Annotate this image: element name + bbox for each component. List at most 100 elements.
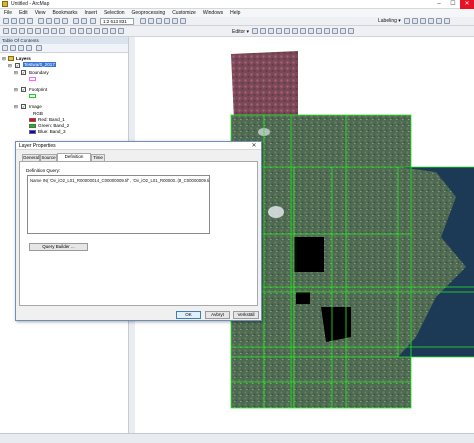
save-icon[interactable] [19,18,25,24]
split-icon[interactable] [316,28,322,34]
attributes-icon[interactable] [332,28,338,34]
menu-selection[interactable]: Selection [104,10,125,16]
find-icon[interactable] [102,28,108,34]
tab-general[interactable]: General [22,154,40,161]
new-document-icon[interactable] [3,18,9,24]
identify-icon[interactable] [94,28,100,34]
arctoolbox-icon[interactable] [172,18,178,24]
cut-icon[interactable] [38,18,44,24]
label-weight-icon[interactable] [428,18,434,24]
edit-vertices-icon[interactable] [292,28,298,34]
dialog-close-button[interactable]: ✕ [247,142,261,150]
create-features-icon[interactable] [348,28,354,34]
edit-tool-icon[interactable] [252,28,258,34]
green-band-swatch [29,124,36,128]
minimize-button[interactable]: – [432,0,446,9]
layers-root[interactable]: Layers [16,56,31,61]
endpoint-arc-icon[interactable] [276,28,282,34]
tab-source[interactable]: Source [40,154,57,161]
editor-toolbar-icon[interactable] [140,18,146,24]
trace-icon[interactable] [284,28,290,34]
footprint-checkbox[interactable]: ✓ [21,87,26,92]
menu-file[interactable]: File [4,10,12,16]
group-layer[interactable]: Testwa/0_2017 [23,62,56,67]
pan-icon[interactable] [19,28,25,34]
menu-windows[interactable]: Windows [203,10,223,16]
menu-view[interactable]: View [35,10,46,16]
tile-northeast [306,115,411,167]
image-checkbox[interactable]: ✓ [21,104,26,109]
menu-insert[interactable]: Insert [84,10,97,16]
toc-options-icon[interactable] [36,45,42,51]
view-unplaced-icon[interactable] [420,18,426,24]
collapse-icon[interactable]: ⊟ [2,56,6,62]
zoom-in-icon[interactable] [3,28,9,34]
editor-menu[interactable]: Editor ▾ [232,29,249,35]
footprint-collapse-icon[interactable]: ⊟ [14,87,18,93]
table-of-contents-icon[interactable] [148,18,154,24]
apply-button[interactable]: Verkställ [233,311,259,319]
sketch-properties-icon[interactable] [340,28,346,34]
open-folder-icon[interactable] [11,18,17,24]
footprint-layer[interactable]: Footprint [29,87,47,92]
zoom-out-icon[interactable] [11,28,17,34]
catalog-icon[interactable] [156,18,162,24]
cut-polygons-icon[interactable] [308,28,314,34]
select-elements-icon[interactable] [86,28,92,34]
map-scale-combo[interactable]: 1:2 613 831 [100,18,134,25]
copy-icon[interactable] [46,18,52,24]
redo-icon[interactable] [81,18,87,24]
hyperlink-icon[interactable] [118,28,124,34]
list-by-visibility-icon[interactable] [18,45,24,51]
undo-icon[interactable] [73,18,79,24]
tab-time[interactable]: Time [91,154,105,161]
arcmap-app-icon [2,1,8,7]
label-options-icon[interactable] [444,18,450,24]
list-by-source-icon[interactable] [10,45,16,51]
image-layer[interactable]: Image [29,104,42,109]
ok-button[interactable]: OK [176,311,201,319]
select-features-icon[interactable] [70,28,76,34]
delete-icon[interactable] [62,18,68,24]
label-manager-icon[interactable] [404,18,410,24]
toc-title: Table Of Contents [0,37,135,44]
list-by-drawing-order-icon[interactable] [2,45,8,51]
boundary-checkbox[interactable]: ✓ [21,70,26,75]
list-by-selection-icon[interactable] [26,45,32,51]
rotate-icon[interactable] [324,28,330,34]
straight-segment-icon[interactable] [268,28,274,34]
labeling-toolbar[interactable]: Labeling ▾ [378,18,401,24]
menu-geoprocessing[interactable]: Geoprocessing [132,10,166,16]
search-icon[interactable] [164,18,170,24]
back-extent-icon[interactable] [51,28,57,34]
maximize-button[interactable]: ☐ [446,0,460,9]
measure-icon[interactable] [110,28,116,34]
label-priority-icon[interactable] [436,18,442,24]
cancel-button[interactable]: Avbryt [205,311,230,319]
boundary-collapse-icon[interactable]: ⊟ [14,70,18,76]
fixed-zoom-in-icon[interactable] [35,28,41,34]
close-button[interactable]: ✕ [460,0,474,9]
boundary-layer[interactable]: Boundary [29,70,49,75]
lock-labels-icon[interactable] [412,18,418,24]
definition-query-textarea[interactable]: Name IN( 'Ov_iO2_L01_R00000014_C00000009… [27,175,210,234]
menu-bookmarks[interactable]: Bookmarks [52,10,77,16]
reshape-icon[interactable] [300,28,306,34]
menu-customize[interactable]: Customize [172,10,196,16]
edit-annotation-icon[interactable] [260,28,266,34]
paste-icon[interactable] [54,18,60,24]
forward-extent-icon[interactable] [59,28,65,34]
image-collapse-icon[interactable]: ⊟ [14,104,18,110]
menu-edit[interactable]: Edit [19,10,28,16]
fixed-zoom-out-icon[interactable] [43,28,49,34]
query-builder-button[interactable]: Query Builder ... [29,243,88,251]
full-extent-icon[interactable] [27,28,33,34]
group-checkbox[interactable]: ✓ [15,63,20,68]
clear-selection-icon[interactable] [78,28,84,34]
add-data-icon[interactable] [90,18,96,24]
python-icon[interactable] [180,18,186,24]
group-collapse-icon[interactable]: ⊟ [8,63,12,69]
definition-query-label: Definition Query: [26,168,61,173]
menu-help[interactable]: Help [230,10,240,16]
print-icon[interactable] [27,18,33,24]
